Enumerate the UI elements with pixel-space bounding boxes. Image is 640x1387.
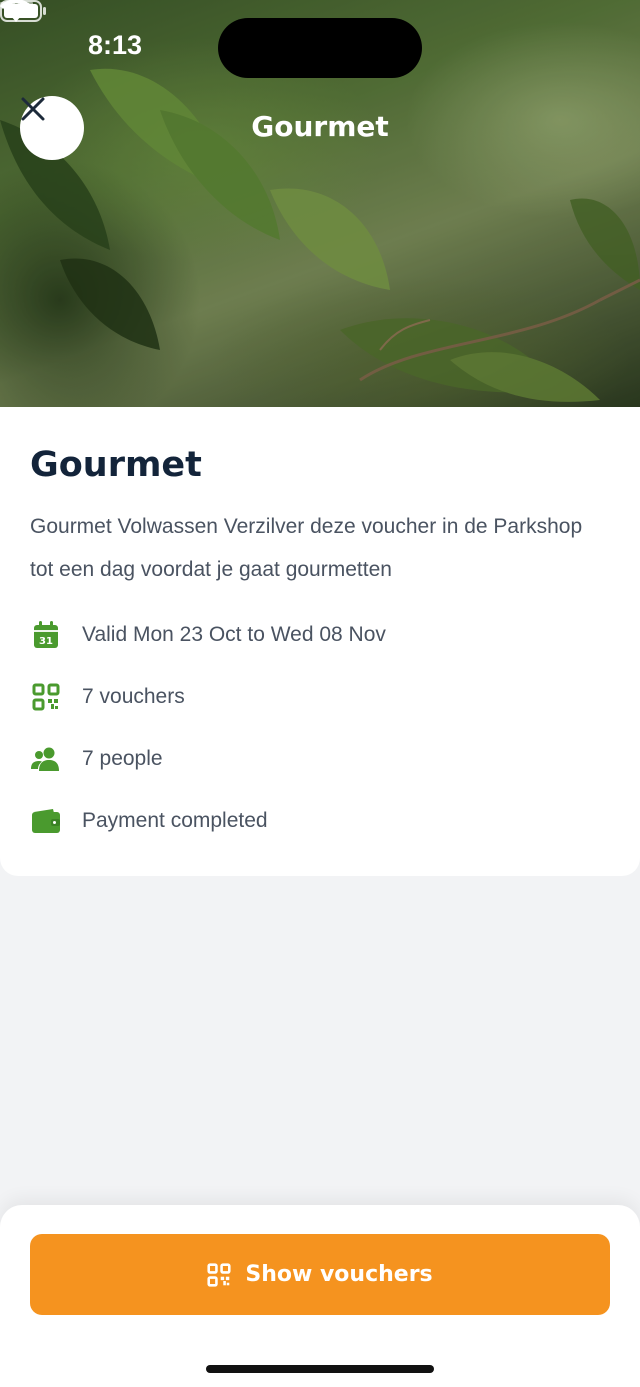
home-indicator <box>206 1365 434 1373</box>
dynamic-island <box>218 18 422 78</box>
payment-status-text: Payment completed <box>82 809 268 832</box>
battery-icon <box>0 0 46 22</box>
vouchers-count-row: 7 vouchers <box>30 677 185 717</box>
show-vouchers-button[interactable]: Show vouchers <box>30 1234 610 1315</box>
show-vouchers-label: Show vouchers <box>245 1262 433 1287</box>
people-count-text: 7 people <box>82 747 163 770</box>
people-count-row: 7 people <box>30 739 163 779</box>
wallet-icon <box>30 805 62 837</box>
calendar-icon: 31 <box>30 619 62 651</box>
calendar-day-label: 31 <box>39 636 53 647</box>
voucher-description: Gourmet Volwassen Verzilver deze voucher… <box>30 515 583 581</box>
hero-image: 8:13 Gourmet <box>0 0 640 407</box>
qr-code-icon <box>207 1262 231 1287</box>
payment-status-row: Payment completed <box>30 801 268 841</box>
qr-code-icon <box>30 681 62 713</box>
status-time: 8:13 <box>88 30 143 60</box>
people-icon <box>30 743 62 775</box>
validity-text: Valid Mon 23 Oct to Wed 08 Nov <box>82 623 386 646</box>
vouchers-count-text: 7 vouchers <box>82 685 185 708</box>
page-title: Gourmet <box>30 445 202 485</box>
voucher-details-card: Gourmet Gourmet Volwassen Verzilver deze… <box>0 407 640 876</box>
nav-title: Gourmet <box>251 110 389 143</box>
validity-row: 31 Valid Mon 23 Oct to Wed 08 Nov <box>30 615 386 655</box>
bottom-action-bar: Show vouchers <box>0 1205 640 1387</box>
